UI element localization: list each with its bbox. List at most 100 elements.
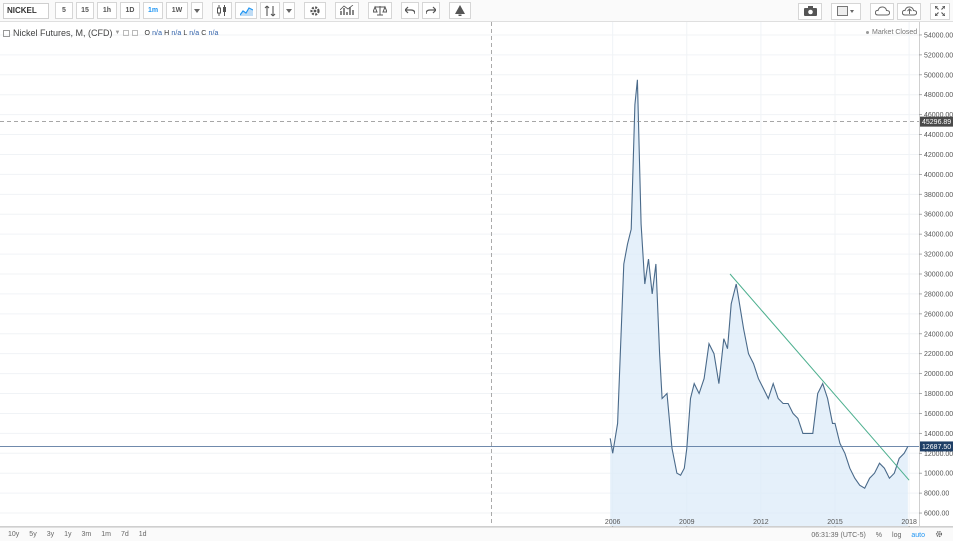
ohlc-close-value: n/a — [208, 29, 219, 37]
x-tick-label: 2009 — [679, 519, 695, 526]
interval-1h-button[interactable]: 1h — [97, 2, 117, 19]
interval-15-button[interactable]: 15 — [76, 2, 94, 19]
log-scale-toggle[interactable]: log — [892, 532, 901, 539]
fullscreen-button[interactable] — [930, 2, 950, 20]
layout-icon — [837, 6, 854, 16]
ohlc-low-value: n/a — [189, 29, 200, 37]
interval-5-button[interactable]: 5 — [55, 2, 73, 19]
range-1d-button[interactable]: 1d — [139, 531, 147, 538]
range-3m-button[interactable]: 3m — [82, 531, 92, 538]
fullscreen-icon — [935, 6, 945, 16]
range-7d-button[interactable]: 7d — [121, 531, 129, 538]
undo-button[interactable] — [401, 2, 419, 19]
x-tick-label: 2018 — [901, 519, 917, 526]
y-tick-label: 38000.00 — [924, 192, 953, 199]
redo-button[interactable] — [422, 2, 440, 19]
interval-1d-button[interactable]: 1D — [120, 2, 140, 19]
range-1y-button[interactable]: 1y — [64, 531, 71, 538]
y-tick-label: 42000.00 — [924, 152, 953, 159]
interval-1m-button[interactable]: 1m — [143, 2, 163, 19]
cloud-icon — [874, 6, 890, 16]
y-tick-label: 14000.00 — [924, 431, 953, 438]
x-tick-label: 2012 — [753, 519, 769, 526]
gear-icon — [310, 5, 320, 16]
legend-collapse-toggle[interactable] — [3, 29, 10, 37]
toolbar-right-group — [795, 0, 953, 22]
undo-icon — [405, 6, 415, 15]
compare-icon — [264, 5, 276, 16]
y-tick-label: 36000.00 — [924, 212, 953, 219]
compare-dropdown-button[interactable] — [283, 2, 295, 19]
cloud-upload-icon — [901, 6, 917, 16]
bottom-toolbar: 10y 5y 3y 1y 3m 1m 7d 1d 06:31:39 (UTC-5… — [0, 527, 953, 541]
indicators-button[interactable] — [335, 2, 359, 19]
last-price-label: 12687.50 — [922, 444, 951, 451]
bottom-right-group: 06:31:39 (UTC-5) % log auto — [811, 528, 953, 541]
y-tick-label: 6000.00 — [924, 511, 949, 518]
y-tick-label: 16000.00 — [924, 411, 953, 418]
chevron-down-icon — [286, 8, 292, 13]
range-1m-button[interactable]: 1m — [101, 531, 111, 538]
y-tick-label: 8000.00 — [924, 491, 949, 498]
cloud-save-button[interactable] — [897, 2, 921, 20]
x-tick-label: 2015 — [827, 519, 843, 526]
redo-icon — [426, 6, 436, 15]
y-tick-label: 20000.00 — [924, 371, 953, 378]
interval-dropdown-button[interactable] — [191, 2, 203, 19]
interval-1w-button[interactable]: 1W — [166, 2, 188, 19]
candles-style-button[interactable] — [212, 2, 232, 19]
y-tick-label: 24000.00 — [924, 331, 953, 338]
y-tick-label: 10000.00 — [924, 471, 953, 478]
y-tick-label: 40000.00 — [924, 172, 953, 179]
y-tick-label: 28000.00 — [924, 291, 953, 298]
x-tick-label: 2006 — [605, 519, 621, 526]
chart-legend: Nickel Futures, M, (CFD) ▼ O n/a H n/a L… — [3, 27, 219, 39]
chart-style-group — [209, 0, 295, 22]
camera-icon — [803, 6, 817, 16]
settings-button[interactable] — [304, 2, 326, 19]
alert-icon — [455, 5, 465, 16]
ohlc-open-label: O — [144, 29, 151, 37]
auto-scale-toggle[interactable]: auto — [911, 532, 925, 539]
y-tick-label: 52000.00 — [924, 52, 953, 59]
y-tick-label: 50000.00 — [924, 72, 953, 79]
alert-button[interactable] — [449, 2, 471, 19]
ohlc-close-label: C — [201, 29, 207, 37]
chevron-down-icon — [194, 8, 200, 13]
legend-settings-toggle[interactable] — [132, 30, 139, 36]
scale-settings-button[interactable] — [935, 530, 943, 540]
layout-button[interactable] — [831, 2, 861, 20]
candlestick-icon — [217, 5, 226, 16]
area-chart-icon — [239, 6, 253, 16]
crosshair-price-label: 45296.89 — [922, 119, 951, 126]
price-chart[interactable]: 6000.00 8000.00 10000.00 12000.00 14000.00 16… — [0, 22, 953, 527]
y-tick-label: 44000.00 — [924, 132, 953, 139]
y-tick-label: 54000.00 — [924, 32, 953, 39]
range-10y-button[interactable]: 10y — [8, 531, 19, 538]
cloud-load-button[interactable] — [870, 2, 894, 20]
symbol-search-input[interactable]: NICKEL — [3, 2, 49, 19]
scales-icon — [373, 5, 387, 16]
y-tick-label: 32000.00 — [924, 252, 953, 259]
y-tick-label: 30000.00 — [924, 272, 953, 279]
gear-icon — [935, 530, 943, 538]
templates-button[interactable] — [368, 2, 392, 19]
snapshot-button[interactable] — [798, 2, 822, 20]
area-style-button[interactable] — [235, 2, 257, 19]
y-tick-label: 26000.00 — [924, 311, 953, 318]
top-toolbar: NICKEL 5 15 1h 1D 1m 1W — [0, 0, 953, 22]
range-5y-button[interactable]: 5y — [29, 531, 36, 538]
legend-visibility-toggle[interactable] — [123, 30, 130, 36]
indicators-icon — [340, 5, 354, 15]
ohlc-high-value: n/a — [171, 29, 182, 37]
ohlc-high-label: H — [164, 29, 170, 37]
compare-button[interactable] — [260, 2, 280, 19]
percent-scale-toggle[interactable]: % — [876, 532, 882, 539]
interval-group: 5 15 1h 1D 1m 1W — [49, 0, 203, 22]
legend-title: Nickel Futures, M, (CFD) — [13, 28, 113, 38]
y-tick-label: 34000.00 — [924, 232, 953, 239]
clock-readout: 06:31:39 (UTC-5) — [811, 531, 866, 539]
chevron-down-icon[interactable]: ▼ — [115, 30, 121, 36]
market-status-badge: Market Closed — [866, 29, 917, 36]
range-3y-button[interactable]: 3y — [47, 531, 54, 538]
